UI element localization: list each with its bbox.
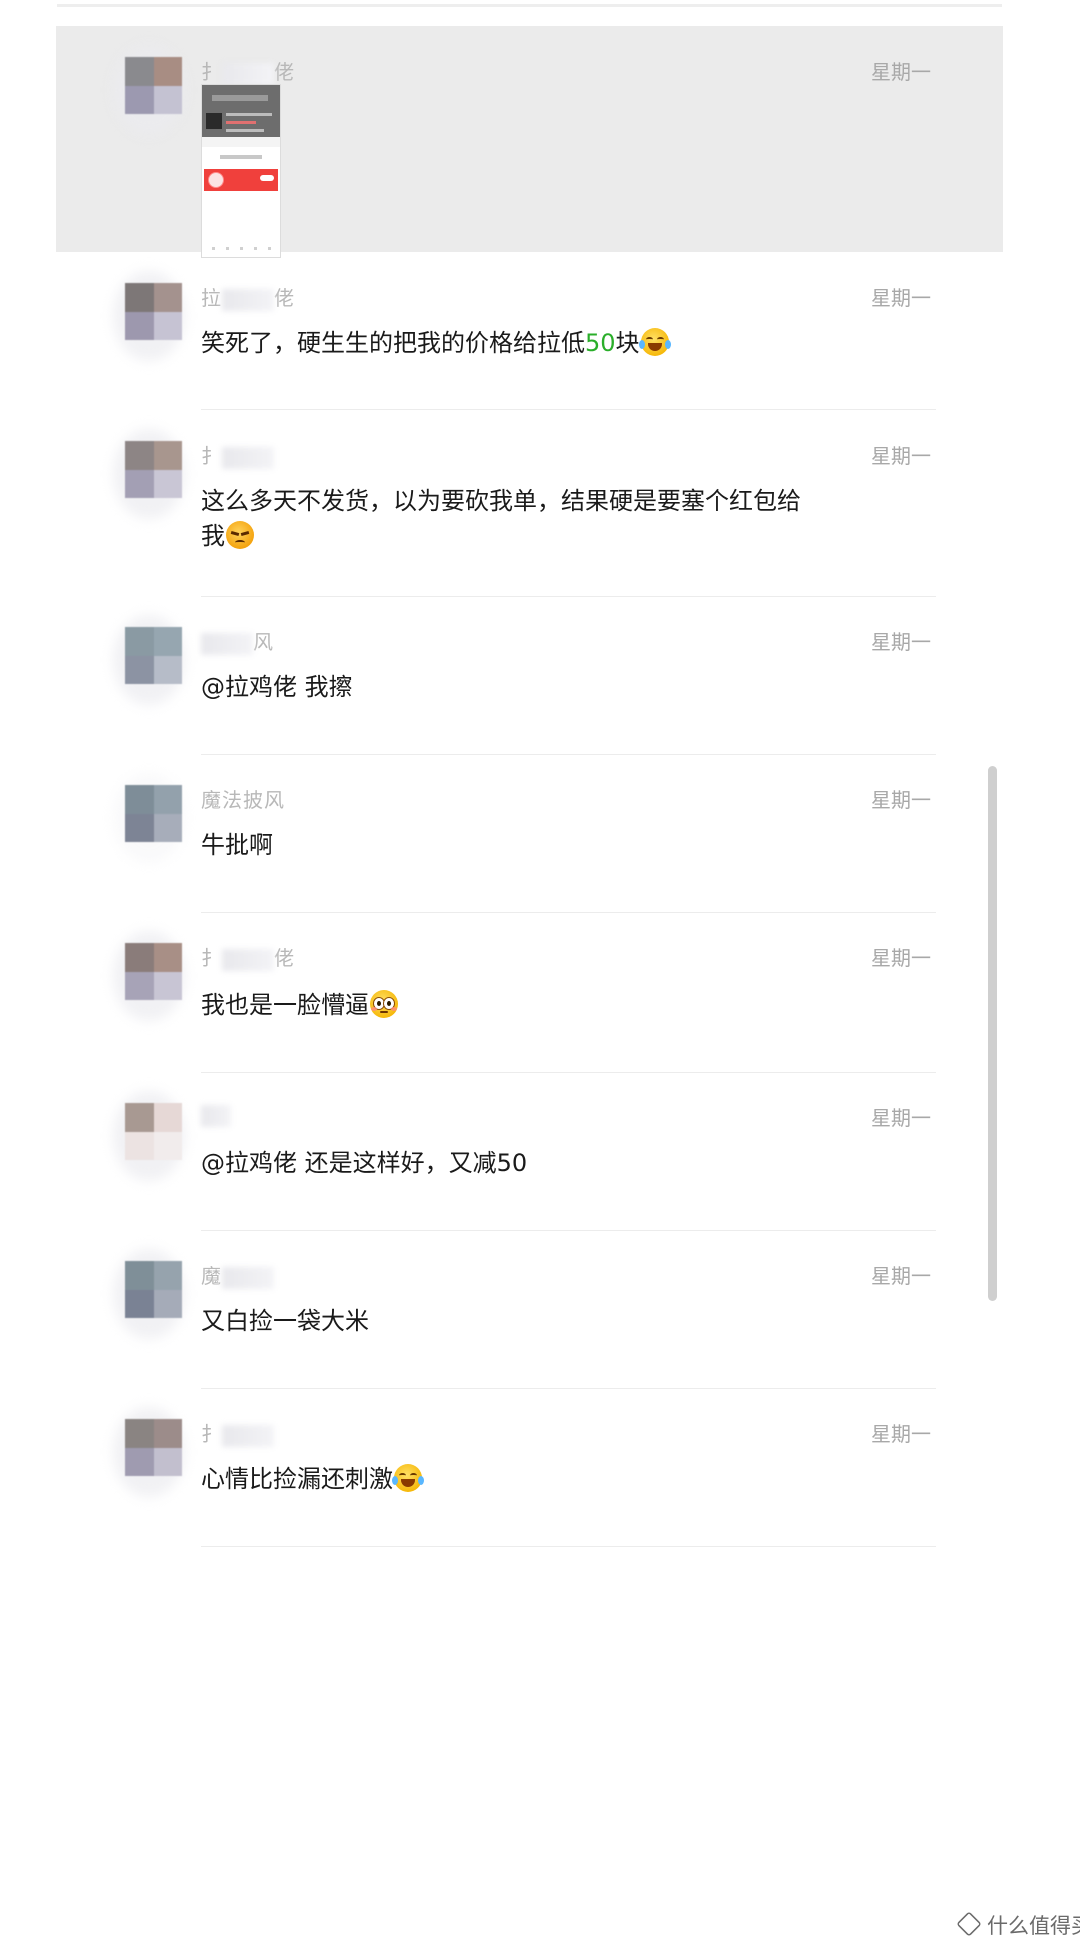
sender-name	[201, 1102, 231, 1127]
sender-name: 扌	[201, 440, 274, 469]
sender-name: 魔法披风	[201, 788, 285, 812]
timestamp: 星期一	[871, 946, 931, 970]
sender-name: 拉佬	[201, 286, 295, 311]
timestamp: 星期一	[871, 444, 931, 468]
chat-item[interactable]: 魔 星期一 又白捡一袋大米	[0, 1230, 1080, 1389]
chat-item[interactable]: 魔法披风 星期一 牛批啊	[0, 754, 1080, 913]
scrollbar[interactable]	[988, 766, 997, 1301]
avatar[interactable]	[113, 773, 185, 863]
angry-face-emoji	[226, 521, 254, 549]
chat-item[interactable]: 扌佬 星期一 我也是一脸懵逼	[0, 912, 1080, 1073]
top-divider	[57, 4, 1002, 7]
sender-name: 魔	[201, 1260, 274, 1289]
flushed-face-emoji	[370, 990, 398, 1018]
sender-name: 扌	[201, 1418, 274, 1447]
avatar[interactable]	[113, 1091, 185, 1181]
watermark: 什么值得买	[956, 1910, 1080, 1940]
avatar[interactable]	[113, 1407, 185, 1497]
message-text: 牛批啊	[201, 831, 273, 859]
highlight-background	[56, 26, 1003, 252]
timestamp: 星期一	[871, 630, 931, 654]
message-text: 又白捡一袋大米	[201, 1307, 369, 1335]
timestamp: 星期一	[871, 286, 931, 310]
sender-name: 扌佬	[201, 946, 295, 971]
avatar[interactable]	[113, 931, 185, 1021]
image-thumbnail[interactable]	[201, 84, 281, 258]
message-text: @拉鸡佬 还是这样好，又减50	[201, 1149, 528, 1177]
avatar[interactable]	[113, 45, 185, 135]
chat-item[interactable]: 星期一 @拉鸡佬 还是这样好，又减50	[0, 1072, 1080, 1231]
tears-of-joy-emoji	[638, 328, 671, 356]
sender-name: 扌佬	[201, 60, 295, 85]
message-text: 这么多天不发货，以为要砍我单，结果硬是要塞个红包给我	[201, 487, 801, 550]
sender-name: 风	[201, 626, 274, 655]
chat-item[interactable]: 拉佬 星期一 笑死了，硬生生的把我的价格给拉低50块	[0, 252, 1080, 410]
avatar[interactable]	[113, 429, 185, 519]
timestamp: 星期一	[871, 1422, 931, 1446]
chat-item[interactable]: 风 星期一 @拉鸡佬 我擦	[0, 596, 1080, 755]
avatar[interactable]	[113, 271, 185, 361]
timestamp: 星期一	[871, 60, 931, 84]
message-text: 心情比捡漏还刺激	[201, 1462, 821, 1497]
avatar[interactable]	[113, 1249, 185, 1339]
message-text: 笑死了，硬生生的把我的价格给拉低50块	[201, 326, 821, 361]
avatar[interactable]	[113, 615, 185, 705]
timestamp: 星期一	[871, 1264, 931, 1288]
timestamp: 星期一	[871, 788, 931, 812]
chat-item[interactable]: 扌 星期一 心情比捡漏还刺激	[0, 1388, 1080, 1576]
tears-of-joy-emoji	[392, 1464, 424, 1492]
message-text: 我也是一脸懵逼	[201, 988, 821, 1023]
highlighted-number: 50	[585, 329, 616, 357]
smzdm-logo-icon	[956, 1911, 982, 1937]
divider	[201, 1546, 936, 1547]
message-text: @拉鸡佬 我擦	[201, 673, 353, 701]
chat-item[interactable]: 扌 星期一 这么多天不发货，以为要砍我单，结果硬是要塞个红包给我	[0, 410, 1080, 597]
timestamp: 星期一	[871, 1106, 931, 1130]
chat-item-image[interactable]: 扌佬 星期一	[0, 26, 1080, 258]
